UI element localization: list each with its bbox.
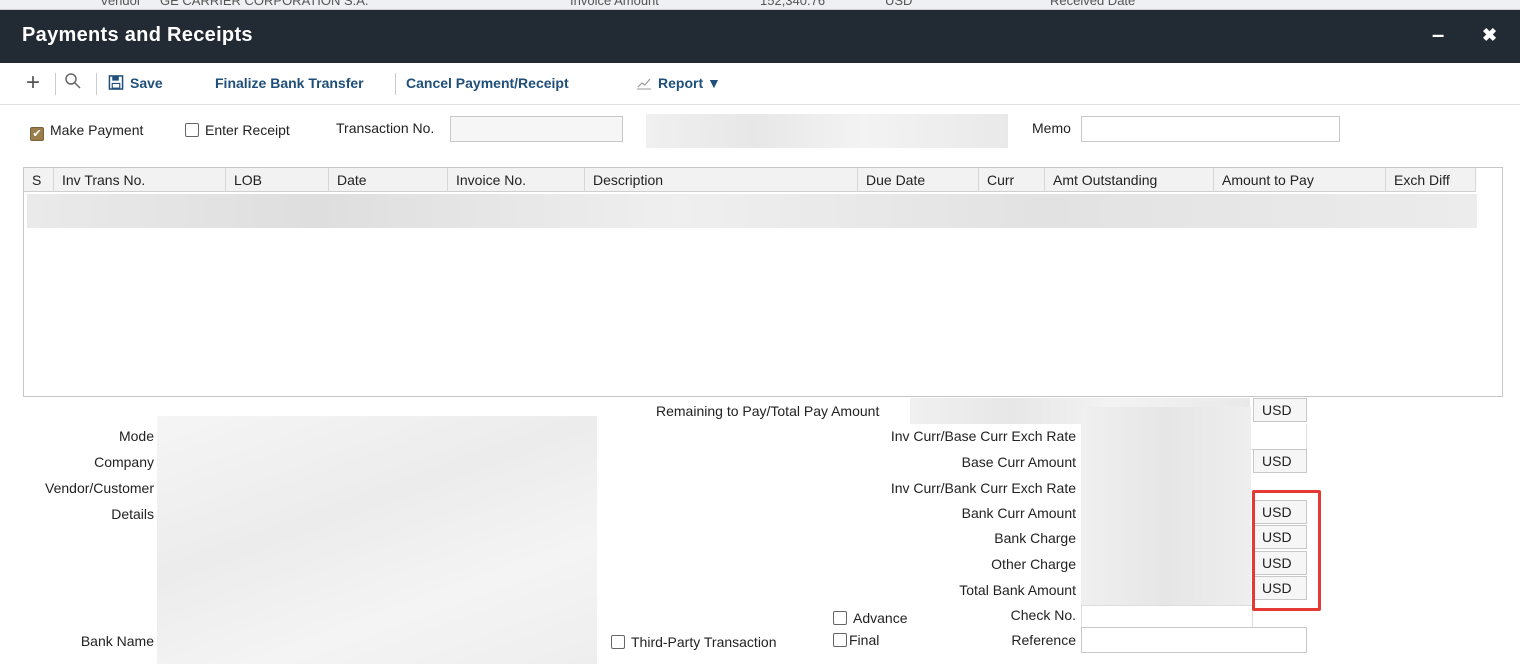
column-header-date[interactable]: Date: [329, 168, 448, 192]
exch-rate-spacer: [1251, 424, 1307, 450]
bg-received-date-label: Received Date: [1050, 0, 1136, 8]
memo-input[interactable]: [1081, 116, 1340, 142]
toolbar-divider: [55, 73, 56, 95]
advance-label: Advance: [853, 610, 908, 626]
toolbar-divider: [96, 73, 97, 95]
column-header-amount-to-pay[interactable]: Amount to Pay: [1214, 168, 1386, 192]
details-fields-block: [157, 416, 597, 664]
finalize-bank-transfer-button[interactable]: Finalize Bank Transfer: [215, 75, 364, 91]
bg-invoice-amount-value: 152,340.76: [760, 0, 826, 8]
checkbox-box: [611, 635, 625, 649]
base-curr-amount-label: Base Curr Amount: [961, 454, 1076, 470]
column-header-s[interactable]: S: [24, 168, 54, 192]
bg-vendor-label: Vendor: [100, 0, 142, 8]
third-party-transaction-checkbox[interactable]: Third-Party Transaction: [611, 634, 777, 650]
transaction-no-input[interactable]: [450, 116, 623, 142]
cancel-payment-receipt-button[interactable]: Cancel Payment/Receipt: [406, 75, 569, 91]
inv-bank-exch-rate-label: Inv Curr/Bank Curr Exch Rate: [890, 480, 1076, 496]
floppy-disk-icon: [108, 75, 124, 90]
details-label: Details: [111, 506, 154, 522]
add-button[interactable]: +: [26, 69, 40, 97]
enter-receipt-label: Enter Receipt: [205, 122, 290, 138]
check-no-input[interactable]: [1081, 605, 1253, 629]
column-header-amt-outstanding[interactable]: Amt Outstanding: [1045, 168, 1214, 192]
save-label: Save: [130, 75, 163, 91]
window-title: Payments and Receipts: [22, 24, 253, 46]
highlight-box: [1252, 490, 1321, 611]
remaining-currency: USD: [1253, 398, 1307, 422]
report-button[interactable]: Report ▼: [636, 75, 721, 91]
base-curr-currency: USD: [1253, 449, 1307, 473]
column-header-invoice-no[interactable]: Invoice No.: [448, 168, 585, 192]
third-party-label: Third-Party Transaction: [631, 634, 777, 650]
close-button[interactable]: ✖: [1482, 25, 1497, 46]
bg-currency: USD: [885, 0, 913, 8]
checkbox-box: [185, 123, 199, 137]
grid-header: S Inv Trans No. LOB Date Invoice No. Des…: [24, 168, 1476, 192]
checkbox-box: [833, 611, 847, 625]
bank-charge-label: Bank Charge: [994, 530, 1076, 546]
reference-label: Reference: [1011, 632, 1076, 648]
remaining-to-pay-label: Remaining to Pay/Total Pay Amount: [656, 403, 880, 419]
toolbar: + Save Finalize Bank Transfer Cancel Pay…: [0, 63, 1520, 105]
column-header-exch-diff[interactable]: Exch Diff: [1386, 168, 1476, 192]
bank-curr-amount-label: Bank Curr Amount: [961, 505, 1076, 521]
window-titlebar: Payments and Receipts – ✖: [0, 10, 1520, 63]
total-bank-amount-label: Total Bank Amount: [959, 582, 1076, 598]
memo-label: Memo: [1032, 120, 1071, 136]
other-charge-label: Other Charge: [991, 556, 1076, 572]
reference-input[interactable]: [1081, 627, 1307, 653]
transaction-no-label: Transaction No.: [336, 120, 435, 136]
column-header-inv-trans-no[interactable]: Inv Trans No.: [54, 168, 226, 192]
search-icon: [65, 73, 81, 89]
column-header-description[interactable]: Description: [585, 168, 858, 192]
column-header-curr[interactable]: Curr: [979, 168, 1045, 192]
minimize-button[interactable]: –: [1432, 22, 1444, 48]
bg-vendor-value: GE CARRIER CORPORATION S.A.: [160, 0, 369, 8]
search-button[interactable]: [64, 72, 82, 94]
checkbox-box: [833, 633, 847, 647]
checkmark-icon: ✔: [30, 127, 44, 141]
background-window-strip: Vendor GE CARRIER CORPORATION S.A. Invoi…: [0, 0, 1520, 10]
enter-receipt-checkbox[interactable]: Enter Receipt: [185, 122, 290, 138]
advance-checkbox[interactable]: Advance: [833, 610, 907, 626]
inv-base-exch-rate-label: Inv Curr/Base Curr Exch Rate: [890, 428, 1076, 444]
check-no-label: Check No.: [1010, 607, 1076, 623]
bank-name-label: Bank Name: [80, 633, 154, 649]
make-payment-checkbox[interactable]: ✔ Make Payment: [30, 122, 143, 141]
amount-fields-block: [1081, 407, 1251, 605]
transaction-info-field: [646, 114, 1008, 148]
column-header-lob[interactable]: LOB: [226, 168, 329, 192]
make-payment-label: Make Payment: [50, 122, 144, 138]
vendor-customer-label: Vendor/Customer: [45, 480, 154, 496]
final-checkbox[interactable]: Final: [833, 632, 879, 648]
bg-invoice-amount-label: Invoice Amount: [570, 0, 659, 8]
chart-icon: [637, 78, 651, 90]
save-button[interactable]: Save: [108, 75, 163, 91]
final-label: Final: [849, 632, 880, 648]
report-label: Report ▼: [658, 75, 721, 91]
toolbar-divider: [395, 73, 396, 95]
mode-label: Mode: [118, 428, 154, 444]
invoice-grid: S Inv Trans No. LOB Date Invoice No. Des…: [23, 167, 1503, 397]
table-row[interactable]: [27, 194, 1477, 228]
company-label: Company: [94, 454, 154, 470]
column-header-due-date[interactable]: Due Date: [858, 168, 979, 192]
